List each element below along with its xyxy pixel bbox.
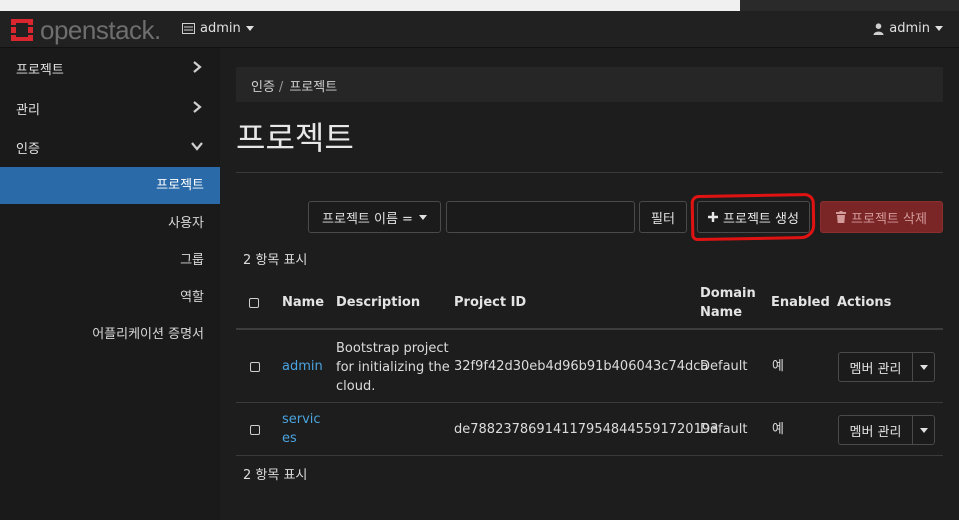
- domain-name: Default: [700, 422, 748, 437]
- item-count-bottom: 2 항목 표시: [243, 468, 308, 483]
- top-strip-dark-area: [740, 0, 959, 11]
- caret-down-icon: [919, 364, 928, 370]
- manage-members-button[interactable]: 멤버 관리: [838, 415, 913, 445]
- project-description: Bootstrap project for initializing the c…: [336, 339, 450, 396]
- breadcrumb-separator: /: [278, 80, 284, 95]
- sidebar-item-project[interactable]: 프로젝트: [0, 48, 220, 87]
- column-header-domain-name[interactable]: Domain Name: [700, 276, 756, 329]
- sidebar-item-identity[interactable]: 인증: [0, 127, 220, 166]
- column-header-actions: Actions: [837, 295, 892, 310]
- breadcrumb: 인증 / 프로젝트: [236, 67, 943, 102]
- domain-name: Default: [700, 359, 748, 374]
- sidebar-item-label: 인증: [16, 142, 40, 157]
- table-row: admin Bootstrap project for initializing…: [236, 330, 943, 403]
- filter-field-label: 프로젝트 이름 =: [322, 211, 413, 227]
- sidebar-subitem-projects[interactable]: 프로젝트: [0, 167, 220, 204]
- project-id: 32f9f42d30eb4d96b91b406043c74dca: [454, 359, 709, 374]
- caret-down-icon: [919, 427, 928, 433]
- project-name-link[interactable]: admin: [282, 357, 323, 376]
- server-icon: [182, 23, 195, 34]
- user-menu[interactable]: admin: [873, 21, 943, 36]
- project-name-line: servic: [282, 412, 321, 427]
- project-switcher[interactable]: admin: [182, 21, 254, 36]
- chevron-right-icon: [193, 101, 202, 113]
- brand-name: openstack.: [40, 14, 161, 45]
- title-divider: [236, 172, 943, 173]
- filter-button[interactable]: 필터: [639, 201, 687, 233]
- browser-top-strip: [0, 0, 959, 11]
- manage-members-button[interactable]: 멤버 관리: [838, 352, 913, 382]
- openstack-logo[interactable]: openstack.: [8, 14, 161, 45]
- sidebar-subitem-groups[interactable]: 그룹: [0, 242, 220, 279]
- project-name-line: es: [282, 431, 297, 446]
- breadcrumb-current: 프로젝트: [289, 80, 338, 95]
- table-row: servic es de7882378691411795484455917201…: [236, 403, 943, 456]
- delete-projects-button[interactable]: 프로젝트 삭제: [820, 201, 943, 233]
- row-actions-dropdown[interactable]: [913, 415, 935, 445]
- chevron-right-icon: [193, 61, 202, 73]
- column-header-name[interactable]: Name: [282, 276, 324, 329]
- row-checkbox[interactable]: [250, 425, 260, 435]
- sidebar-item-label: 관리: [16, 103, 40, 118]
- sidebar-subitem-app-credentials[interactable]: 어플리케이션 증명서: [0, 316, 220, 353]
- top-navbar: openstack. admin admin: [0, 11, 959, 48]
- caret-down-icon: [935, 26, 943, 31]
- enabled-value: 예: [772, 359, 784, 374]
- row-actions-dropdown[interactable]: [913, 352, 935, 382]
- project-switcher-label: admin: [200, 21, 241, 36]
- caret-down-icon: [418, 214, 427, 220]
- description-line: for initializing the: [336, 360, 450, 375]
- red-highlight-annotation: [690, 192, 816, 242]
- delete-projects-label: 프로젝트 삭제: [851, 211, 927, 227]
- user-menu-label: admin: [889, 21, 930, 36]
- trash-icon: [836, 211, 847, 223]
- column-header-domain-line2: Name: [700, 304, 743, 320]
- sidebar-subitem-roles[interactable]: 역할: [0, 279, 220, 316]
- description-line: cloud.: [336, 379, 376, 394]
- enabled-value: 예: [772, 422, 784, 437]
- filter-field-select[interactable]: 프로젝트 이름 =: [308, 201, 441, 233]
- user-icon: [873, 22, 884, 35]
- row-checkbox[interactable]: [250, 362, 260, 372]
- column-header-enabled[interactable]: Enabled: [771, 276, 830, 329]
- project-id: de788237869141179548445591720193: [454, 422, 719, 437]
- sidebar-item-label: 프로젝트: [16, 63, 64, 78]
- sidebar: 프로젝트 관리 인증 프로젝트 사용자 그룹 역할 어플리케이션 증명서: [0, 48, 220, 520]
- project-name-link[interactable]: servic es: [282, 410, 321, 448]
- filter-input[interactable]: [446, 201, 635, 233]
- column-header-domain-line1: Domain: [700, 285, 756, 301]
- item-count-top: 2 항목 표시: [243, 253, 308, 268]
- description-line: Bootstrap project: [336, 341, 449, 356]
- column-header-project-id[interactable]: Project ID: [454, 276, 526, 329]
- page-title: 프로젝트: [236, 119, 354, 157]
- sidebar-subitem-users[interactable]: 사용자: [0, 205, 220, 242]
- chevron-down-icon: [191, 142, 203, 151]
- select-all-cell: [249, 276, 259, 329]
- select-all-checkbox[interactable]: [249, 297, 259, 308]
- sidebar-item-admin[interactable]: 관리: [0, 88, 220, 127]
- column-header-description[interactable]: Description: [336, 276, 420, 329]
- caret-down-icon: [245, 26, 254, 31]
- breadcrumb-parent[interactable]: 인증: [251, 80, 275, 95]
- openstack-logo-icon: [11, 19, 33, 41]
